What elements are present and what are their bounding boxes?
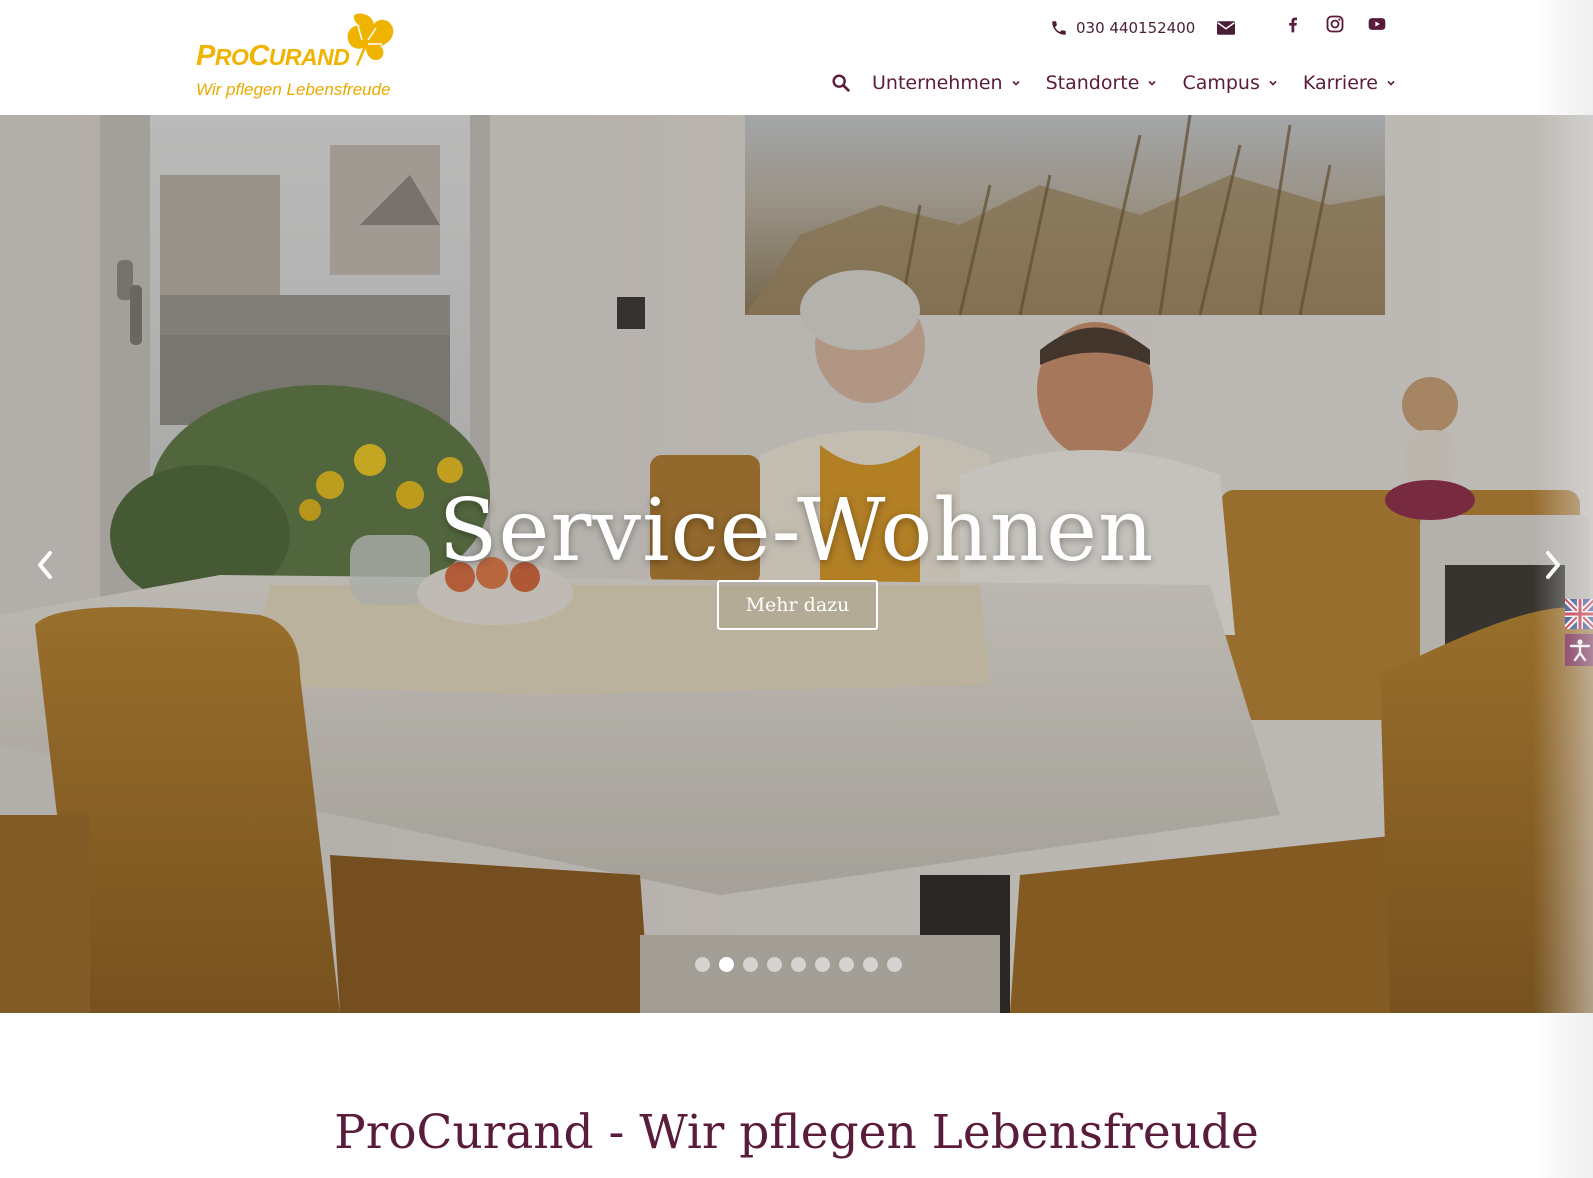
slider-dot[interactable] [695, 957, 710, 972]
nav-item-label: Unternehmen [872, 72, 1003, 94]
slider-dot[interactable] [839, 957, 854, 972]
chevron-down-icon [1269, 80, 1277, 86]
youtube-icon[interactable] [1367, 14, 1387, 34]
nav-item-label: Campus [1182, 72, 1260, 94]
logo-tagline: Wir pflegen Lebensfreude [196, 80, 391, 99]
slider-dot[interactable] [767, 957, 782, 972]
logo-wordmark: PROCURAND [196, 40, 350, 72]
phone-number-link[interactable]: 030 440152400 [1076, 19, 1195, 37]
chevron-down-icon [1012, 80, 1020, 86]
accessibility-icon [1569, 639, 1591, 662]
nav-item-karriere[interactable]: Karriere [1303, 72, 1396, 94]
contact-bar: 030 440152400 [1050, 14, 1236, 42]
search-icon[interactable] [830, 72, 852, 94]
slider-dot[interactable] [887, 957, 902, 972]
instagram-icon[interactable] [1325, 14, 1345, 34]
hero-more-button[interactable]: Mehr dazu [717, 580, 878, 630]
slider-pagination [695, 957, 902, 972]
slider-prev-arrow-icon[interactable] [30, 545, 60, 585]
nav-item-standorte[interactable]: Standorte [1046, 72, 1158, 94]
facebook-icon[interactable] [1283, 14, 1303, 34]
procurand-logo[interactable]: PROCURAND Wir pflegen Lebensfreude [196, 10, 406, 105]
mail-icon[interactable] [1217, 21, 1236, 35]
nav-item-unternehmen[interactable]: Unternehmen [872, 72, 1021, 94]
phone-icon [1052, 21, 1066, 35]
slider-dot[interactable] [719, 957, 734, 972]
main-navigation: Unternehmen Standorte Campus Karriere [830, 68, 1421, 98]
slider-dot[interactable] [863, 957, 878, 972]
hero-slider: Service-Wohnen Mehr dazu [0, 115, 1593, 1013]
chevron-down-icon [1148, 80, 1157, 86]
slider-dot[interactable] [791, 957, 806, 972]
chevron-down-icon [1387, 80, 1395, 86]
nav-item-label: Standorte [1045, 72, 1140, 94]
accessibility-button[interactable] [1565, 634, 1593, 666]
slider-dot[interactable] [815, 957, 830, 972]
nav-item-label: Karriere [1302, 72, 1378, 94]
english-flag-icon[interactable] [1565, 599, 1593, 629]
nav-item-campus[interactable]: Campus [1182, 72, 1277, 94]
hero-slide-title: Service-Wohnen [438, 481, 1155, 581]
section-heading: ProCurand - Wir pflegen Lebensfreude [334, 1105, 1259, 1160]
slider-next-arrow-icon[interactable] [1538, 545, 1568, 585]
slider-dot[interactable] [743, 957, 758, 972]
social-links [1283, 14, 1387, 34]
site-header: PROCURAND Wir pflegen Lebensfreude 030 4… [0, 0, 1593, 115]
